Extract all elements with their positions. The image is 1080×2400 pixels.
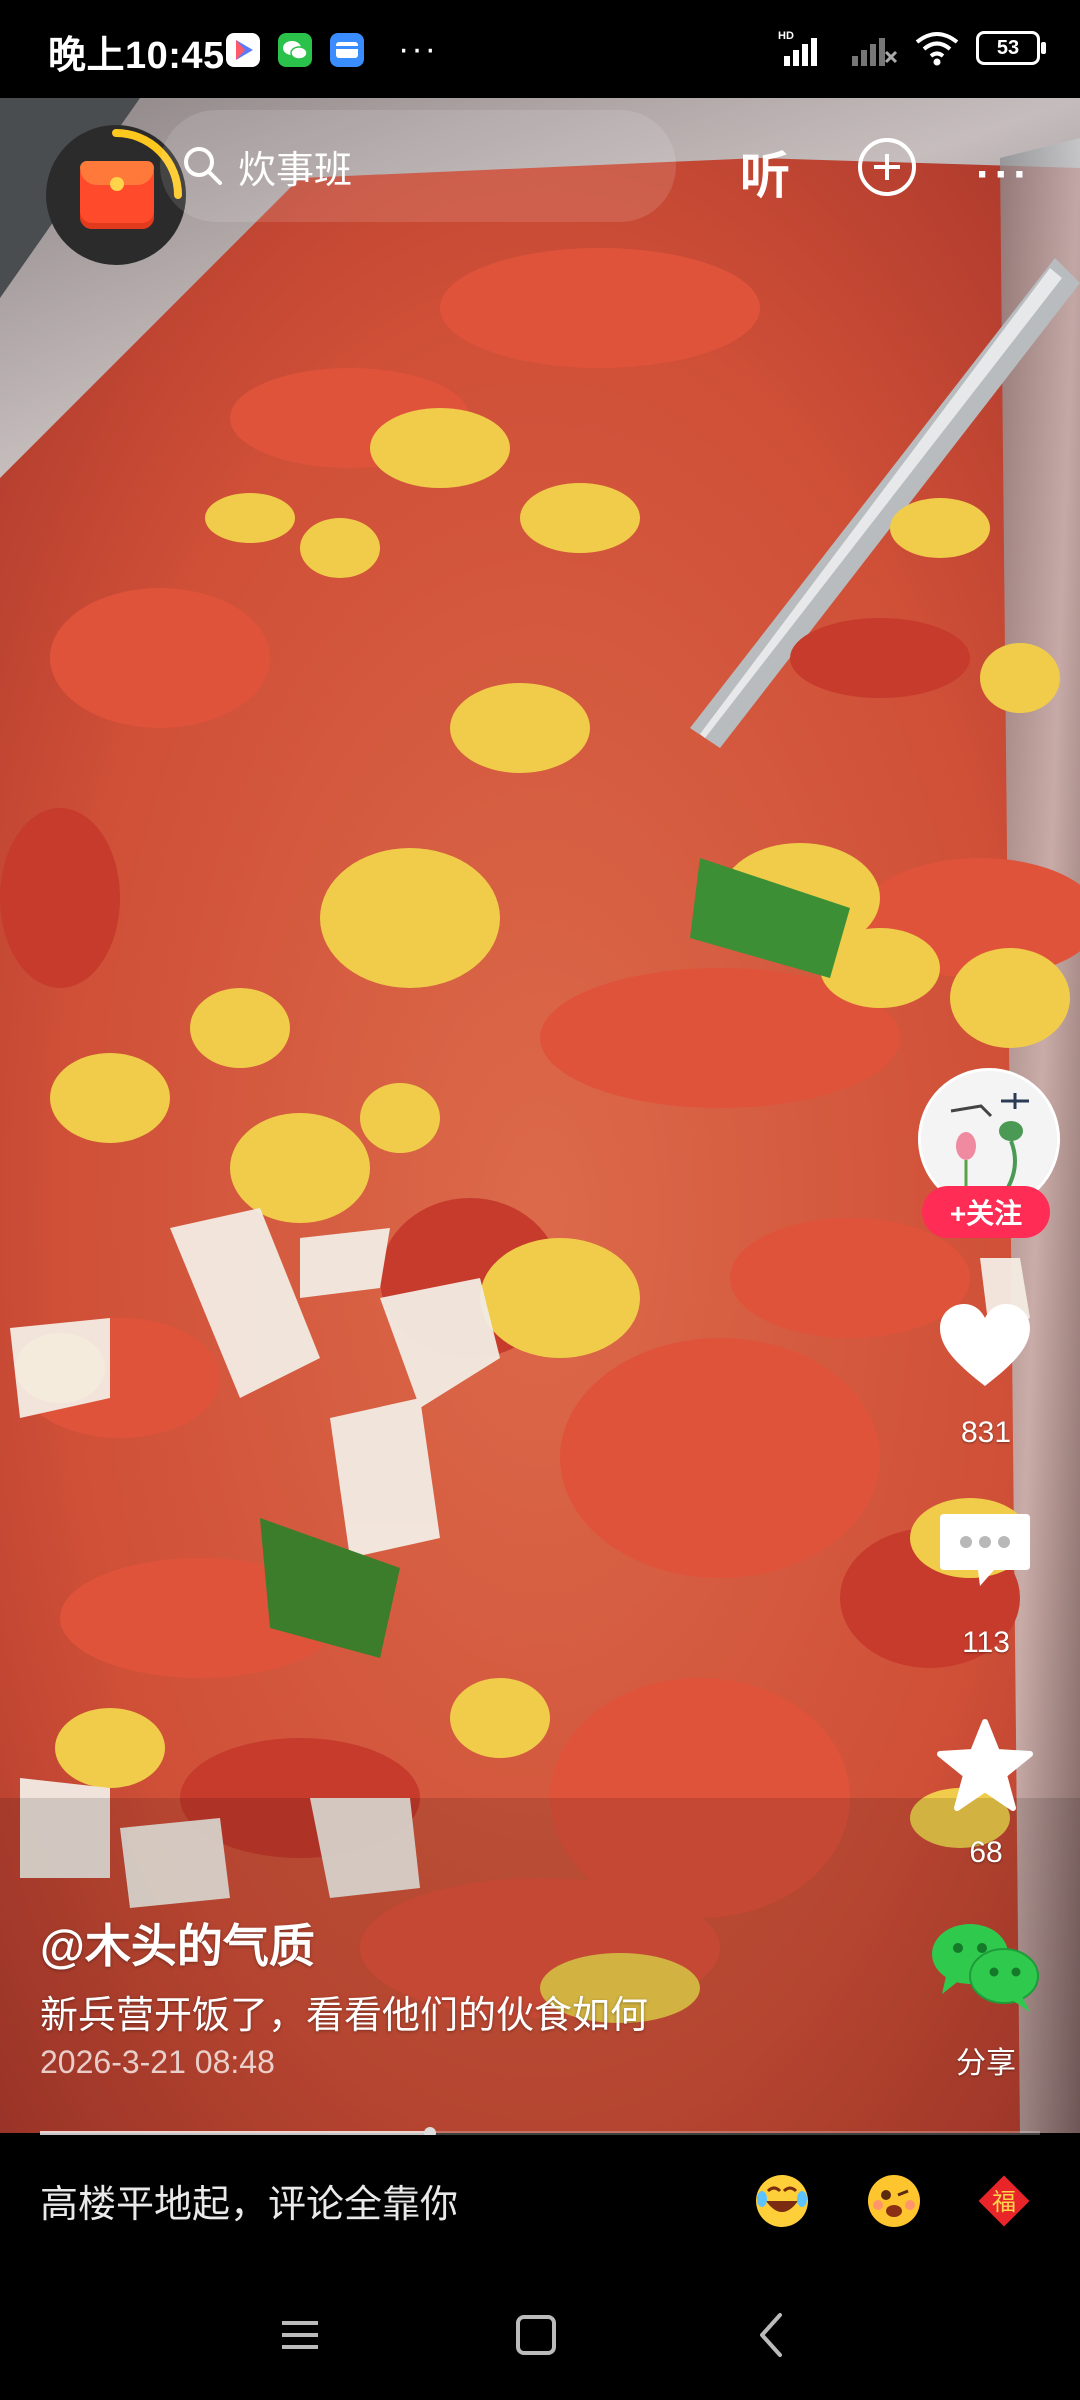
status-indicators: HD 53 xyxy=(778,28,1046,68)
signal-hd-icon: HD xyxy=(778,30,817,66)
like-count: 831 xyxy=(960,1416,1012,1449)
wechat-share-icon[interactable] xyxy=(926,1916,1046,2016)
wink-emoji-icon[interactable] xyxy=(864,2171,924,2231)
favorite-star-icon[interactable] xyxy=(934,1716,1036,1818)
laughing-emoji-icon[interactable] xyxy=(752,2171,812,2231)
video-player[interactable] xyxy=(0,98,1080,2133)
like-heart-icon[interactable] xyxy=(934,1296,1036,1398)
favorite-count: 68 xyxy=(969,1836,1003,1869)
status-app-icons: ··· xyxy=(226,30,438,69)
wifi-icon xyxy=(915,32,959,66)
fu-text: 福 xyxy=(992,2188,1016,2216)
add-button[interactable] xyxy=(858,138,916,196)
battery-level: 53 xyxy=(996,36,1020,59)
play-store-icon xyxy=(226,32,260,67)
status-bar: 晚上10:45 ··· HD 53 xyxy=(0,0,1080,98)
publish-date: 2026-3-21 08:48 xyxy=(40,2044,275,2080)
search-icon xyxy=(184,147,222,185)
card-app-icon xyxy=(330,32,364,67)
signal-empty-icon xyxy=(852,38,898,66)
fu-sticker-icon[interactable]: 福 xyxy=(974,2171,1034,2231)
status-more-dots: ··· xyxy=(398,30,438,68)
search-bar[interactable]: 炊事班 xyxy=(160,110,676,222)
video-description: 新兵营开饭了，看看他们的伙食如何 xyxy=(40,1995,649,2037)
hd-label: HD xyxy=(778,30,794,42)
system-nav-bar xyxy=(0,2265,1080,2400)
menu-icon[interactable] xyxy=(270,2305,330,2365)
red-envelope-icon xyxy=(80,161,154,229)
comment-count: 113 xyxy=(962,1626,1010,1659)
comment-icon[interactable] xyxy=(934,1502,1036,1604)
wechat-icon xyxy=(278,32,312,67)
follow-button[interactable]: +关注 xyxy=(922,1186,1050,1238)
listen-button[interactable]: 听 xyxy=(740,136,790,208)
author-name[interactable]: @木头的气质 xyxy=(40,1910,315,1976)
more-options-button[interactable]: ··· xyxy=(976,150,1032,200)
home-square-icon[interactable] xyxy=(506,2305,566,2365)
search-query: 炊事班 xyxy=(238,149,353,192)
comment-bar: 高楼平地起，评论全靠你 福 xyxy=(0,2135,1080,2265)
comment-input[interactable]: 高楼平地起，评论全靠你 xyxy=(40,2173,458,2228)
video-frame-image xyxy=(0,98,1080,2133)
back-chevron-icon[interactable] xyxy=(742,2305,802,2365)
share-label[interactable]: 分享 xyxy=(918,2038,1054,2082)
status-time: 晚上10:45 xyxy=(48,35,225,77)
battery-indicator: 53 xyxy=(976,31,1046,65)
